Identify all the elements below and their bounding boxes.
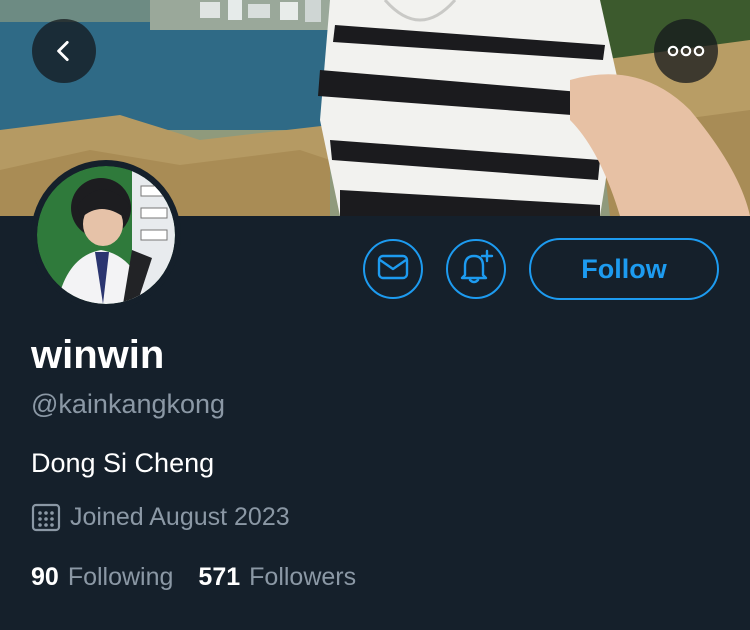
bell-plus-icon [457, 249, 495, 290]
profile-page: Follow winwin @kainkangkong Dong Si Chen… [0, 0, 750, 630]
username-handle: @kainkangkong [31, 389, 226, 419]
back-button[interactable] [32, 19, 96, 83]
avatar[interactable] [31, 160, 181, 310]
message-button[interactable] [363, 239, 423, 299]
mail-icon [377, 254, 409, 285]
bio-text: Dong Si Cheng [31, 448, 215, 478]
join-date: Joined August 2023 [31, 500, 290, 534]
follow-button[interactable]: Follow [529, 238, 719, 300]
followers-count: 571 [198, 563, 241, 591]
avatar-image [37, 166, 175, 304]
notifications-button[interactable] [446, 239, 506, 299]
more-horizontal-icon [667, 44, 705, 58]
more-options-button[interactable] [654, 19, 718, 83]
calendar-icon [31, 502, 61, 532]
following-count: 90 [31, 563, 59, 591]
followers-label: Followers [249, 563, 357, 591]
following-label: Following [67, 563, 174, 591]
followers-stat[interactable]: 571 Followers [198, 560, 356, 594]
follow-stats: 90 Following 571 Followers [31, 560, 356, 594]
display-name: winwin [31, 333, 165, 377]
chevron-left-icon [51, 38, 77, 64]
join-date-text: Joined August 2023 [70, 503, 290, 531]
following-stat[interactable]: 90 Following [31, 560, 173, 594]
